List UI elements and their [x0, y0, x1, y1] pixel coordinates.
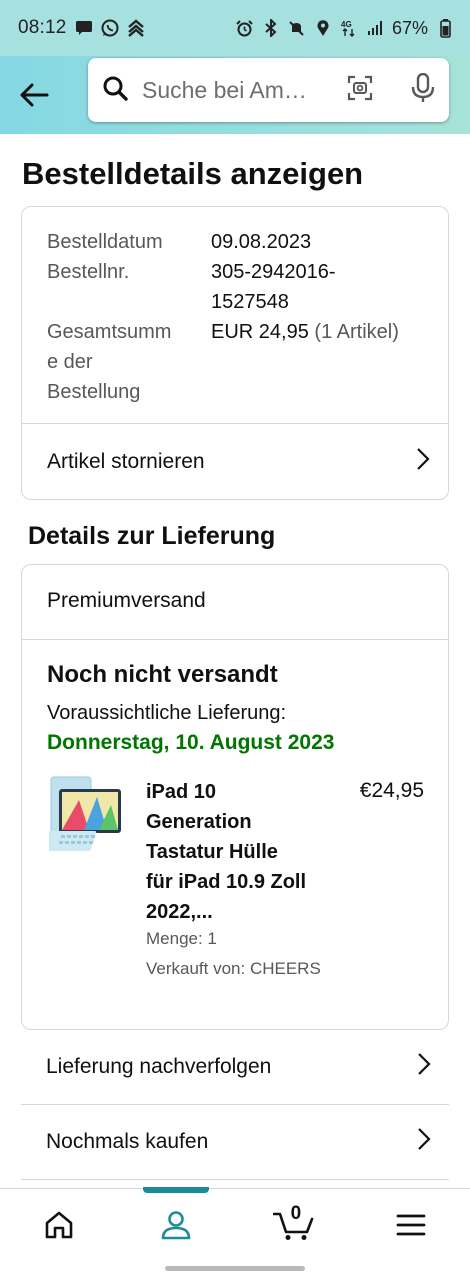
nav-menu[interactable]: [353, 1189, 470, 1260]
status-left: 08:12: [18, 17, 145, 39]
order-total-value-wrap: EUR 24,95 (1 Artikel): [211, 317, 432, 407]
order-date-label: Bestelldatum: [47, 231, 163, 253]
alarm-icon: [236, 19, 254, 37]
search-input[interactable]: [142, 76, 312, 104]
order-number-line2: 1527548: [211, 291, 289, 313]
track-delivery-button[interactable]: Lieferung nachverfolgen: [21, 1030, 449, 1105]
order-total-row: Gesamtsumm e der Bestellung EUR 24,95 (1…: [47, 317, 432, 407]
order-item-count: (1 Artikel): [314, 321, 399, 343]
delivery-card: Premiumversand Noch nicht versandt Vorau…: [21, 564, 449, 1030]
order-date-row: Bestelldatum 09.08.2023: [47, 227, 432, 257]
order-info: Bestelldatum 09.08.2023 Bestellnr. 305-2…: [47, 227, 432, 407]
product-title-line: Tastatur Hülle: [146, 841, 278, 863]
order-total-label-line1: Gesamtsumm: [47, 321, 172, 343]
app-icon: [127, 19, 145, 37]
nav-cart[interactable]: 0: [235, 1189, 353, 1260]
product-price: €24,95: [359, 779, 424, 802]
bottom-navigation: 0: [0, 1187, 470, 1260]
track-delivery-label: Lieferung nachverfolgen: [46, 1055, 272, 1078]
menu-icon: [396, 1214, 426, 1235]
back-button[interactable]: [18, 79, 50, 111]
buy-again-button[interactable]: Nochmals kaufen: [21, 1105, 449, 1180]
battery-percent: 67%: [391, 17, 428, 38]
nav-home[interactable]: [0, 1189, 118, 1260]
delivery-section-title: Details zur Lieferung: [28, 522, 276, 550]
order-number-row: Bestellnr. 305-2942016- 1527548: [47, 257, 432, 317]
app-header: [0, 56, 470, 134]
product-title-line: iPad 10: [146, 781, 217, 803]
location-icon: [314, 19, 332, 37]
signal-icon: [366, 19, 384, 37]
order-total-label: Gesamtsumm e der Bestellung: [47, 317, 211, 407]
arrow-left-icon: [20, 83, 49, 107]
order-number-label: Bestellnr.: [47, 261, 130, 283]
user-icon: [161, 1210, 191, 1239]
order-number-line1: 305-2942016-: [211, 261, 336, 283]
cancel-items-button[interactable]: Artikel stornieren: [22, 424, 448, 500]
page-title: Bestelldetails anzeigen: [22, 156, 364, 191]
microphone-icon[interactable]: [411, 72, 435, 108]
order-date-value: 09.08.2023: [211, 231, 312, 253]
order-number-value: 305-2942016- 1527548: [211, 257, 432, 317]
active-tab-indicator: [143, 1187, 210, 1193]
order-total-value: EUR 24,95: [211, 321, 309, 343]
search-icon: [102, 75, 128, 106]
home-icon: [45, 1211, 73, 1238]
order-total-label-line3: Bestellung: [47, 381, 141, 403]
chevron-right-icon: [417, 1052, 431, 1082]
battery-icon: [436, 18, 454, 38]
mute-icon: [288, 19, 306, 37]
cancel-items-label: Artikel stornieren: [47, 450, 205, 473]
cart-count: 0: [290, 1203, 302, 1224]
product-title-line: 2022,...: [146, 901, 213, 923]
buy-again-label: Nochmals kaufen: [46, 1130, 209, 1153]
search-actions: [347, 72, 435, 108]
nav-account[interactable]: [118, 1187, 236, 1260]
status-right: 4G 67%: [236, 18, 454, 39]
product-title-line: Generation: [146, 811, 252, 833]
chevron-right-icon: [417, 1127, 431, 1157]
product-image[interactable]: [30, 775, 127, 855]
order-total-label-line2: e der: [47, 351, 93, 373]
bluetooth-icon: [262, 19, 280, 37]
camera-scan-icon[interactable]: [347, 75, 373, 106]
message-icon: [75, 19, 93, 37]
divider: [22, 639, 448, 640]
shipping-method: Premiumversand: [47, 589, 206, 612]
shipment-status: Noch nicht versandt: [47, 661, 278, 688]
product-seller: Verkauft von: CHEERS: [146, 959, 321, 978]
product-title-line: für iPad 10.9 Zoll: [146, 871, 307, 893]
expected-delivery-date: Donnerstag, 10. August 2023: [47, 731, 335, 754]
gesture-bar: [165, 1266, 305, 1271]
expected-delivery-label: Voraussichtliche Lieferung:: [47, 702, 287, 724]
product-quantity: Menge: 1: [146, 929, 217, 948]
product-title-link[interactable]: iPad 10 Generation Tastatur Hülle für iP…: [146, 777, 346, 927]
4g-icon: 4G: [340, 19, 358, 37]
whatsapp-icon: [101, 19, 119, 37]
status-time: 08:12: [18, 17, 67, 38]
order-summary-card: Bestelldatum 09.08.2023 Bestellnr. 305-2…: [21, 206, 449, 500]
svg-text:4G: 4G: [341, 20, 352, 29]
chevron-right-icon: [416, 447, 430, 477]
search-box[interactable]: [88, 58, 449, 122]
status-bar: 08:12 4G 67%: [0, 0, 470, 56]
